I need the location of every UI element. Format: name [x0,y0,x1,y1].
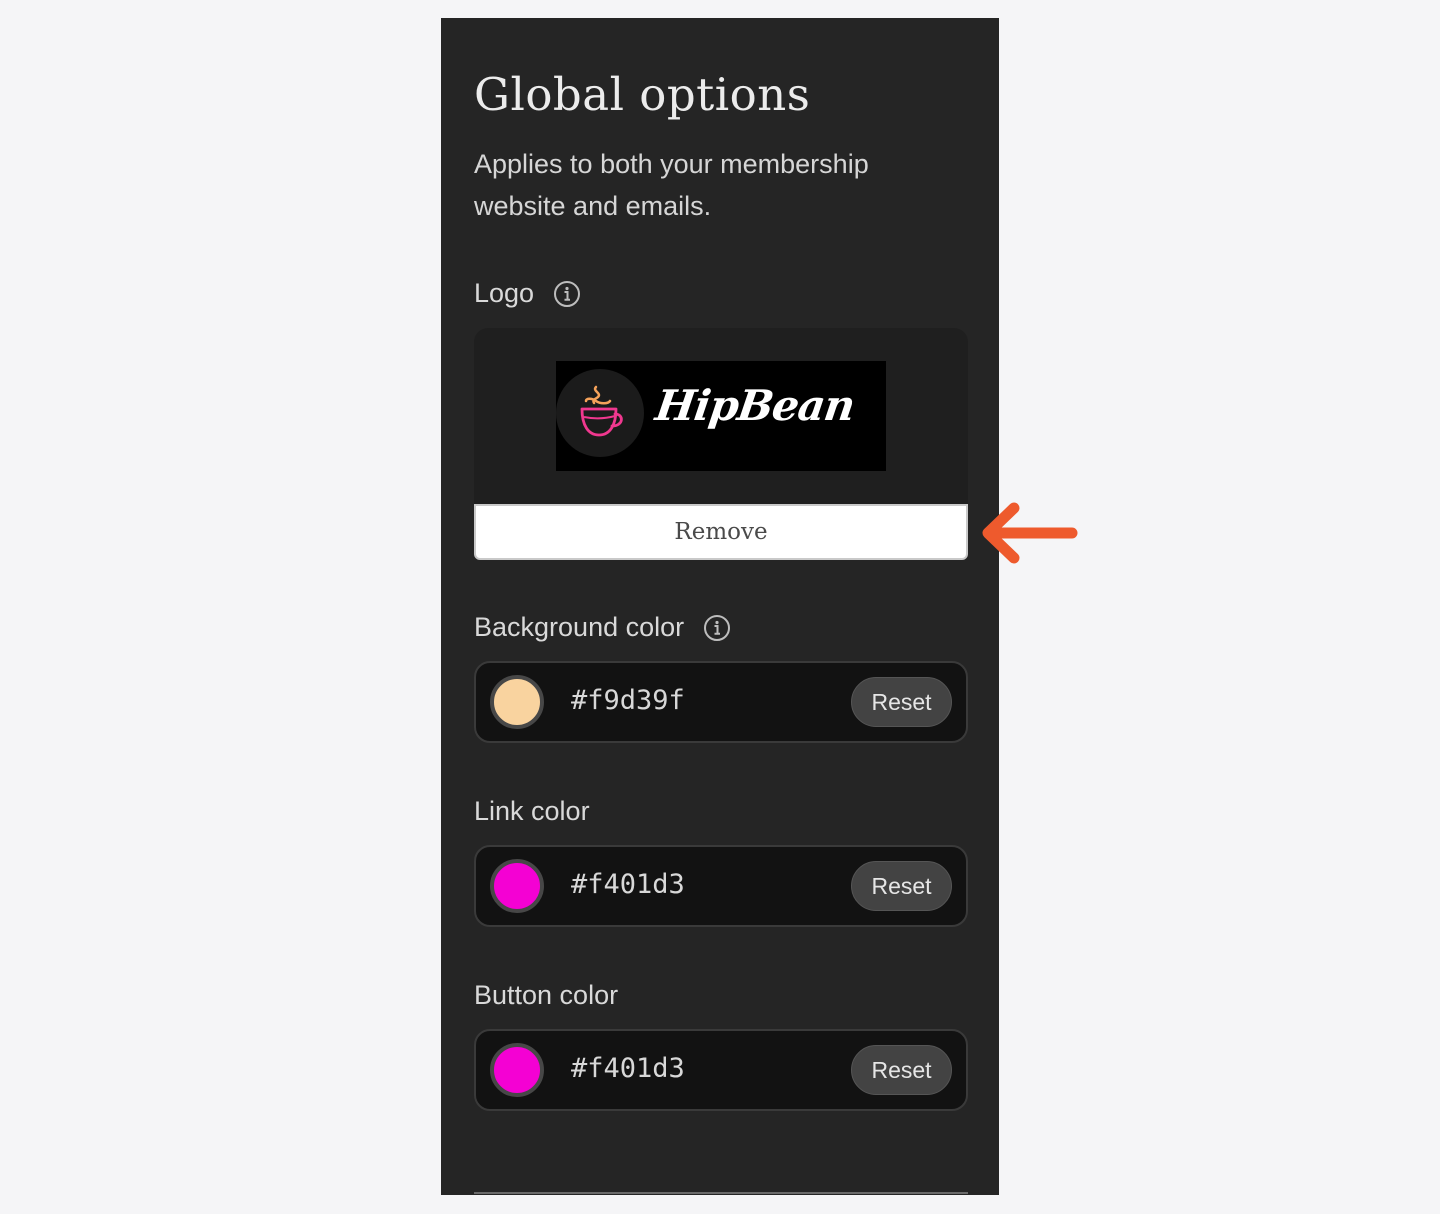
logo-label: Logo [474,278,581,309]
button-color-value[interactable]: #f401d3 [571,1053,685,1084]
logo-label-text: Logo [474,278,535,308]
coffee-cup-icon [556,369,644,457]
global-options-panel: Global options Applies to both your memb… [441,18,999,1195]
page-title: Global options [474,68,811,121]
info-icon[interactable] [703,614,731,642]
link-color-label: Link color [474,796,590,827]
background-color-swatch[interactable] [490,675,544,729]
link-color-value[interactable]: #f401d3 [571,869,685,900]
button-color-swatch[interactable] [490,1043,544,1097]
panel-description: Applies to both your membership website … [474,149,869,221]
background-color-value[interactable]: #f9d39f [571,685,685,716]
link-color-swatch[interactable] [490,859,544,913]
background-color-label-text: Background color [474,612,685,642]
link-color-field: #f401d3 Reset [474,845,968,927]
reset-button-color-button[interactable]: Reset [851,1045,952,1095]
button-color-field: #f401d3 Reset [474,1029,968,1111]
link-color-label-text: Link color [474,796,590,826]
button-color-label-text: Button color [474,980,619,1010]
button-color-label: Button color [474,980,618,1011]
remove-logo-button[interactable]: Remove [474,504,968,560]
arrow-left-icon [980,498,1080,573]
reset-background-color-button[interactable]: Reset [851,677,952,727]
background-color-field: #f9d39f Reset [474,661,968,743]
section-divider [474,1192,968,1194]
background-color-label: Background color [474,612,731,643]
logo-image: HipBean [556,361,886,471]
info-icon[interactable] [553,280,581,308]
logo-wordmark: HipBean [652,381,858,430]
logo-preview-box: HipBean [474,328,968,504]
reset-link-color-button[interactable]: Reset [851,861,952,911]
